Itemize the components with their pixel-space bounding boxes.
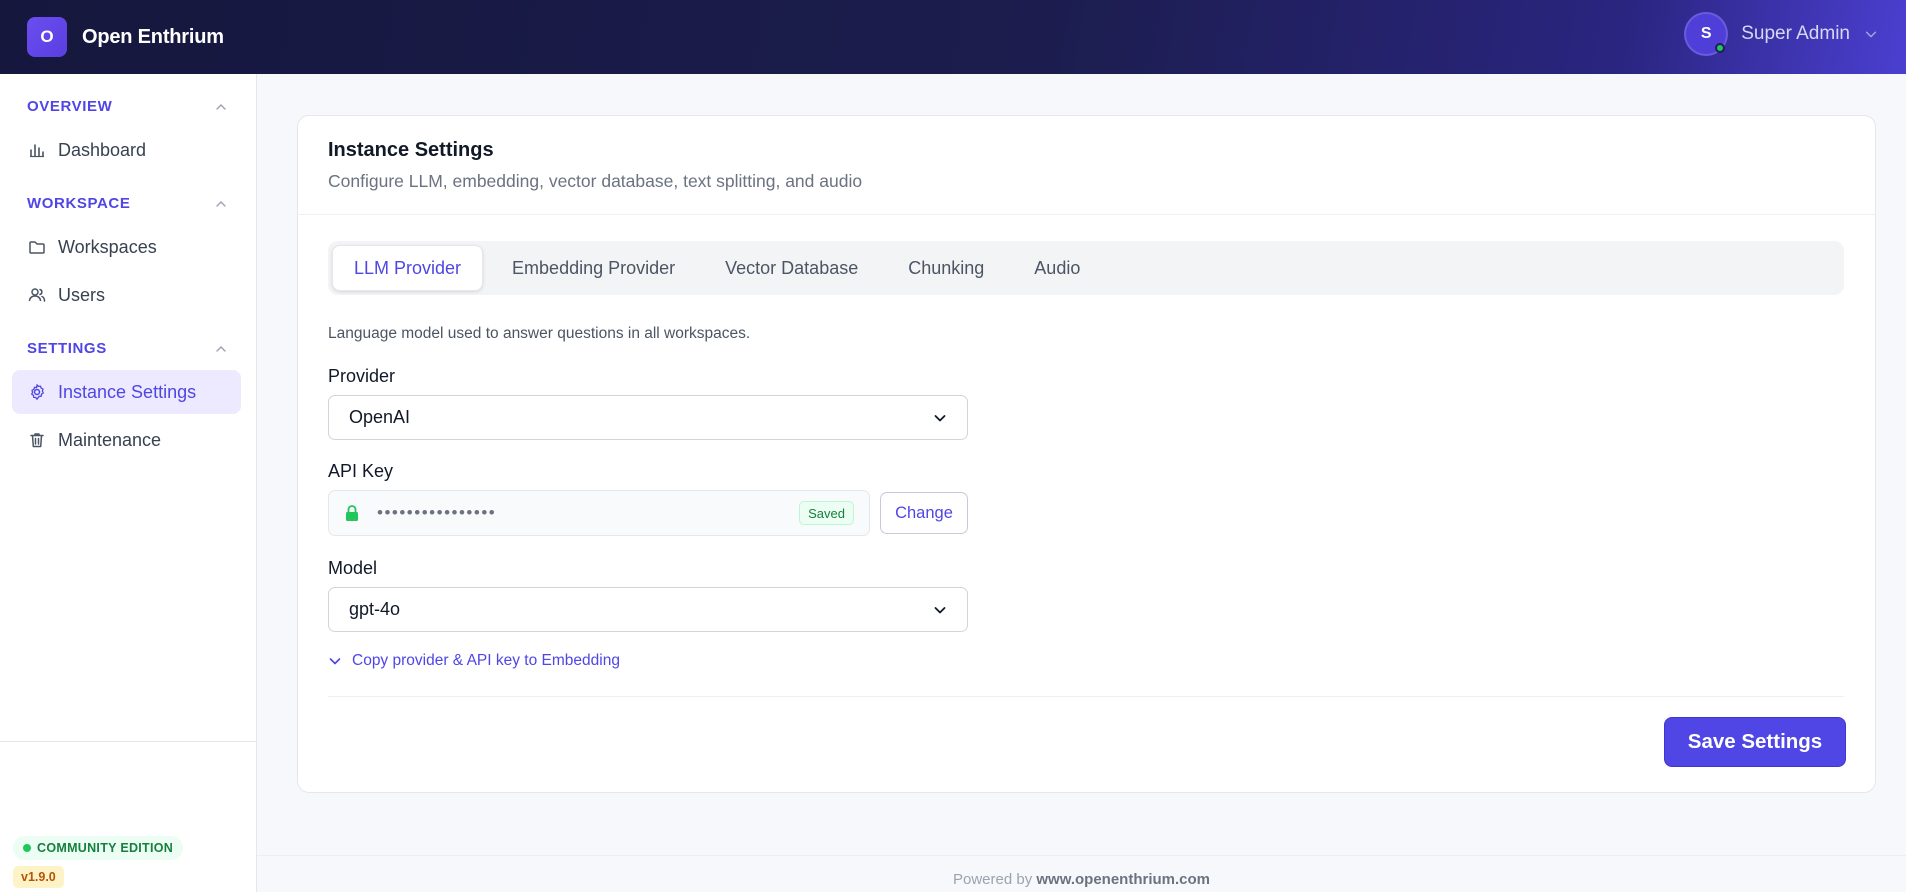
- api-key-field[interactable]: •••••••••••••••• Saved: [328, 490, 870, 536]
- page-subtitle: Configure LLM, embedding, vector databas…: [328, 171, 863, 191]
- provider-select[interactable]: OpenAI: [328, 395, 968, 440]
- chevron-down-icon[interactable]: [1864, 27, 1878, 41]
- tab-chunking[interactable]: Chunking: [887, 245, 1005, 291]
- footer-link[interactable]: www.openenthrium.com: [1036, 871, 1210, 888]
- sidebar-item-workspaces[interactable]: Workspaces: [12, 225, 241, 269]
- sidebar-item-label: Workspaces: [58, 236, 157, 257]
- edition-badge: COMMUNITY EDITION: [13, 836, 184, 860]
- model-value: gpt-4o: [349, 599, 401, 619]
- save-settings-button[interactable]: Save Settings: [1664, 717, 1846, 767]
- actions-divider: [328, 696, 1844, 697]
- chevron-down-icon: [934, 606, 946, 613]
- sidebar-footer-divider: [0, 741, 256, 742]
- tab-audio[interactable]: Audio: [1013, 245, 1101, 291]
- avatar[interactable]: S: [1684, 12, 1729, 56]
- bar-chart-icon: [30, 144, 44, 158]
- sidebar-item-label: Users: [58, 284, 106, 305]
- app-title[interactable]: Open Enthrium: [82, 26, 224, 49]
- section-label: WORKSPACE: [27, 195, 131, 212]
- trash-icon: [30, 433, 44, 448]
- lock-icon: [346, 505, 358, 521]
- copy-to-embedding-link[interactable]: Copy provider & API key to Embedding: [328, 652, 620, 670]
- tab-embedding-provider[interactable]: Embedding Provider: [491, 245, 696, 291]
- instance-settings-card: Instance Settings Configure LLM, embeddi…: [297, 115, 1876, 793]
- provider-label: Provider: [328, 366, 396, 386]
- provider-value: OpenAI: [349, 407, 411, 427]
- online-status-dot: [1715, 43, 1726, 53]
- api-key-label: API Key: [328, 461, 394, 481]
- sidebar: OVERVIEW Dashboard WORKSPACE Workspaces …: [0, 74, 257, 892]
- sidebar-item-label: Instance Settings: [58, 381, 197, 402]
- chevron-up-icon: [216, 200, 226, 207]
- sidebar-item-instance-settings[interactable]: Instance Settings: [12, 370, 241, 414]
- chevron-up-icon: [216, 345, 226, 352]
- section-label: SETTINGS: [27, 340, 107, 357]
- section-workspace[interactable]: WORKSPACE: [27, 195, 227, 212]
- card-divider: [298, 214, 1875, 215]
- chevron-down-icon: [329, 658, 341, 665]
- avatar-letter: S: [1700, 25, 1712, 42]
- gear-icon: [31, 384, 44, 400]
- users-icon: [28, 288, 46, 302]
- user-name: Super Admin: [1741, 23, 1850, 44]
- section-overview[interactable]: OVERVIEW: [27, 98, 227, 115]
- footer-prefix: Powered by: [952, 871, 1033, 888]
- user-menu[interactable]: S Super Admin: [1684, 12, 1878, 56]
- chevron-down-icon: [934, 414, 946, 421]
- app-logo[interactable]: O: [27, 17, 67, 57]
- sidebar-item-users[interactable]: Users: [12, 273, 241, 317]
- model-label: Model: [328, 558, 378, 578]
- api-key-mask: ••••••••••••••••: [377, 503, 497, 522]
- version-badge: v1.9.0: [13, 866, 64, 888]
- folder-icon: [29, 241, 45, 254]
- tab-vector-database[interactable]: Vector Database: [704, 245, 879, 291]
- tab-llm-provider[interactable]: LLM Provider: [332, 245, 484, 291]
- sidebar-item-maintenance[interactable]: Maintenance: [12, 418, 241, 462]
- llm-hint: Language model used to answer questions …: [328, 325, 751, 342]
- footer-divider: [257, 855, 1906, 856]
- saved-badge: Saved: [799, 501, 854, 525]
- chevron-up-icon: [216, 103, 226, 110]
- edition-label: COMMUNITY EDITION: [37, 841, 174, 855]
- sidebar-item-label: Maintenance: [58, 429, 162, 450]
- section-label: OVERVIEW: [27, 98, 113, 115]
- section-settings[interactable]: SETTINGS: [27, 340, 227, 357]
- copy-link-label: Copy provider & API key to Embedding: [352, 652, 620, 669]
- sidebar-item-dashboard[interactable]: Dashboard: [12, 128, 241, 172]
- top-header: O Open Enthrium S Super Admin: [0, 0, 1906, 74]
- footer: Powered by www.openenthrium.com: [257, 871, 1906, 888]
- change-api-key-button[interactable]: Change: [880, 492, 968, 534]
- model-select[interactable]: gpt-4o: [328, 587, 968, 632]
- settings-tabs: LLM Provider Embedding Provider Vector D…: [328, 241, 1844, 295]
- edition-status-dot: [23, 844, 31, 852]
- page-title: Instance Settings: [328, 139, 494, 161]
- sidebar-item-label: Dashboard: [58, 139, 147, 160]
